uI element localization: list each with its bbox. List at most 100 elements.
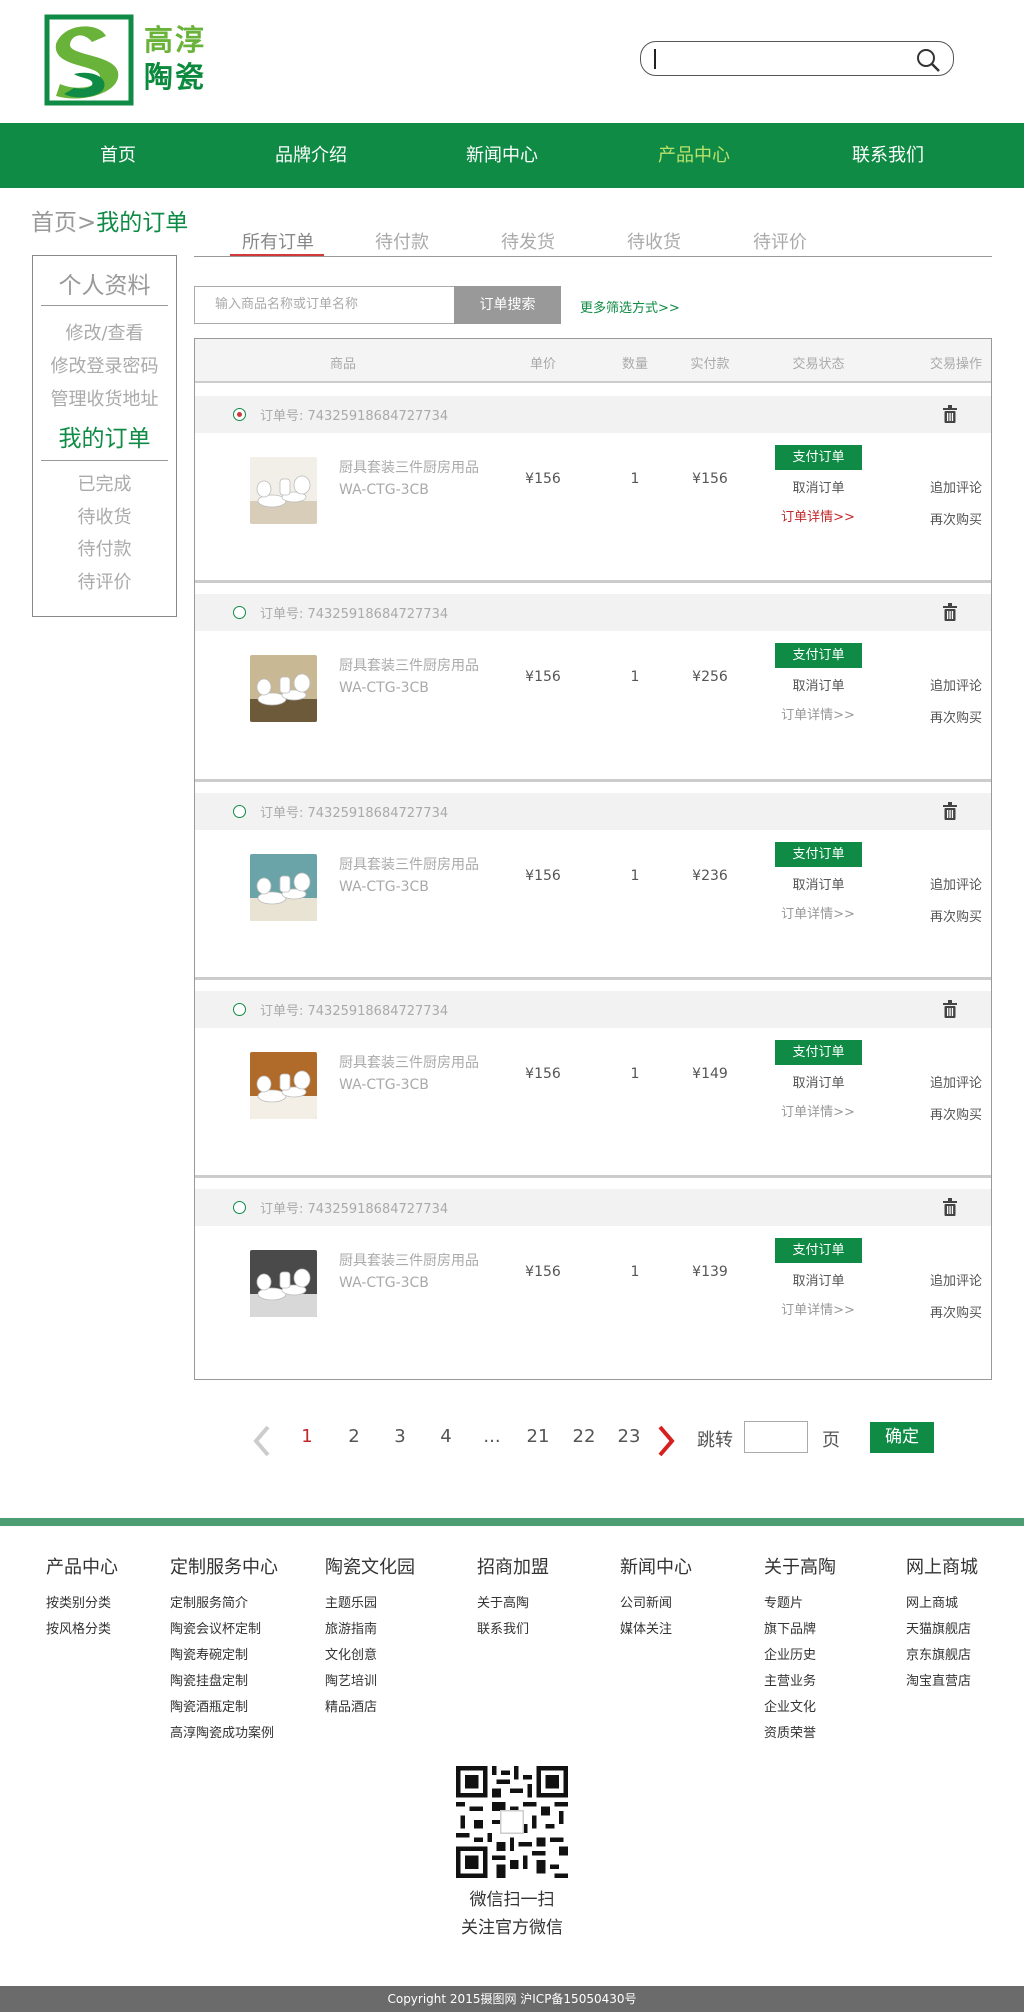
chevron-right-icon[interactable] — [654, 1424, 678, 1458]
buy-again-link[interactable]: 再次购买 — [921, 707, 991, 726]
pay-order-button[interactable]: 支付订单 — [775, 643, 862, 668]
order-detail-link[interactable]: 订单详情>> — [773, 704, 863, 723]
footer-column-title[interactable]: 招商加盟 — [477, 1553, 549, 1579]
footer-column-title[interactable]: 定制服务中心 — [170, 1553, 278, 1579]
page-link[interactable]: 21 — [523, 1426, 553, 1447]
footer-link[interactable]: 旅游指南 — [325, 1617, 415, 1643]
trash-icon[interactable] — [943, 802, 957, 820]
footer-link[interactable]: 网上商城 — [906, 1591, 978, 1617]
footer-column-title[interactable]: 新闻中心 — [620, 1553, 692, 1579]
product-name[interactable]: 厨具套装三件厨房用品 — [339, 655, 479, 675]
add-review-link[interactable]: 追加评论 — [921, 477, 991, 496]
chevron-left-icon[interactable] — [250, 1424, 274, 1458]
pay-order-button[interactable]: 支付订单 — [775, 1040, 862, 1065]
tab-pending-shipment[interactable]: 待发货 — [501, 228, 555, 254]
search-input[interactable] — [640, 41, 954, 76]
footer-link[interactable]: 京东旗舰店 — [906, 1643, 978, 1669]
cancel-order-link[interactable]: 取消订单 — [775, 675, 862, 694]
order-select-radio[interactable] — [233, 1201, 246, 1214]
page-link[interactable]: 3 — [385, 1426, 415, 1447]
sidebar-item-my-orders[interactable]: 我的订单 — [33, 419, 176, 453]
nav-contact[interactable]: 联系我们 — [818, 123, 958, 188]
product-name[interactable]: 厨具套装三件厨房用品 — [339, 457, 479, 477]
order-select-radio[interactable] — [233, 805, 246, 818]
sidebar-item-address[interactable]: 管理收货地址 — [33, 385, 176, 411]
footer-link[interactable]: 陶瓷挂盘定制 — [170, 1669, 278, 1695]
nav-products[interactable]: 产品中心 — [624, 123, 764, 188]
add-review-link[interactable]: 追加评论 — [921, 874, 991, 893]
sidebar-item-to-pay[interactable]: 待付款 — [33, 535, 176, 561]
footer-column-title[interactable]: 关于高陶 — [764, 1553, 836, 1579]
nav-home[interactable]: 首页 — [48, 123, 188, 188]
cancel-order-link[interactable]: 取消订单 — [775, 1072, 862, 1091]
logo-icon[interactable] — [44, 14, 134, 106]
order-detail-link[interactable]: 订单详情>> — [773, 903, 863, 922]
product-thumbnail[interactable] — [250, 1250, 317, 1317]
buy-again-link[interactable]: 再次购买 — [921, 1104, 991, 1123]
product-thumbnail[interactable] — [250, 1052, 317, 1119]
order-detail-link[interactable]: 订单详情>> — [773, 1101, 863, 1120]
cancel-order-link[interactable]: 取消订单 — [775, 477, 862, 496]
footer-link[interactable]: 联系我们 — [477, 1617, 549, 1643]
footer-column-title[interactable]: 网上商城 — [906, 1553, 978, 1579]
confirm-button[interactable]: 确定 — [870, 1422, 934, 1453]
footer-link[interactable]: 文化创意 — [325, 1643, 415, 1669]
sidebar-item-to-review[interactable]: 待评价 — [33, 568, 176, 594]
footer-link[interactable]: 陶瓷寿碗定制 — [170, 1643, 278, 1669]
trash-icon[interactable] — [943, 1198, 957, 1216]
footer-link[interactable]: 按风格分类 — [46, 1617, 118, 1643]
footer-link[interactable]: 陶瓷酒瓶定制 — [170, 1695, 278, 1721]
pay-order-button[interactable]: 支付订单 — [775, 842, 862, 867]
footer-link[interactable]: 高淳陶瓷成功案例 — [170, 1721, 278, 1747]
footer-link[interactable]: 关于高陶 — [477, 1591, 549, 1617]
page-jump-input[interactable] — [744, 1421, 808, 1453]
order-select-radio[interactable] — [233, 606, 246, 619]
footer-column-title[interactable]: 陶瓷文化园 — [325, 1553, 415, 1579]
page-link[interactable]: 22 — [569, 1426, 599, 1447]
page-link[interactable]: 4 — [431, 1426, 461, 1447]
footer-link[interactable]: 定制服务简介 — [170, 1591, 278, 1617]
pay-order-button[interactable]: 支付订单 — [775, 445, 862, 470]
footer-link[interactable]: 专题片 — [764, 1591, 836, 1617]
footer-link[interactable]: 资质荣誉 — [764, 1721, 836, 1747]
footer-link[interactable]: 旗下品牌 — [764, 1617, 836, 1643]
add-review-link[interactable]: 追加评论 — [921, 1270, 991, 1289]
order-search-button[interactable]: 订单搜索 — [454, 286, 561, 324]
order-select-radio[interactable] — [233, 1003, 246, 1016]
trash-icon[interactable] — [943, 603, 957, 621]
search-icon[interactable] — [915, 47, 941, 73]
buy-again-link[interactable]: 再次购买 — [921, 906, 991, 925]
product-name[interactable]: 厨具套装三件厨房用品 — [339, 854, 479, 874]
footer-link[interactable]: 陶艺培训 — [325, 1669, 415, 1695]
product-thumbnail[interactable] — [250, 457, 317, 524]
sidebar-item-profile[interactable]: 修改/查看 — [33, 319, 176, 345]
footer-link[interactable]: 精品酒店 — [325, 1695, 415, 1721]
add-review-link[interactable]: 追加评论 — [921, 675, 991, 694]
trash-icon[interactable] — [943, 405, 957, 423]
add-review-link[interactable]: 追加评论 — [921, 1072, 991, 1091]
page-link[interactable]: 2 — [339, 1426, 369, 1447]
footer-link[interactable]: 陶瓷会议杯定制 — [170, 1617, 278, 1643]
product-name[interactable]: 厨具套装三件厨房用品 — [339, 1052, 479, 1072]
footer-link[interactable]: 企业历史 — [764, 1643, 836, 1669]
buy-again-link[interactable]: 再次购买 — [921, 509, 991, 528]
footer-link[interactable]: 媒体关注 — [620, 1617, 692, 1643]
breadcrumb-home[interactable]: 首页 — [31, 210, 77, 236]
order-detail-link[interactable]: 订单详情>> — [773, 1299, 863, 1318]
nav-news[interactable]: 新闻中心 — [432, 123, 572, 188]
sidebar-item-password[interactable]: 修改登录密码 — [33, 352, 176, 378]
product-thumbnail[interactable] — [250, 854, 317, 921]
tab-pending-receipt[interactable]: 待收货 — [627, 228, 681, 254]
buy-again-link[interactable]: 再次购买 — [921, 1302, 991, 1321]
tab-pending-payment[interactable]: 待付款 — [375, 228, 429, 254]
footer-link[interactable]: 公司新闻 — [620, 1591, 692, 1617]
footer-link[interactable]: 主题乐园 — [325, 1591, 415, 1617]
cancel-order-link[interactable]: 取消订单 — [775, 874, 862, 893]
footer-link[interactable]: 企业文化 — [764, 1695, 836, 1721]
more-filter-link[interactable]: 更多筛选方式>> — [580, 297, 680, 316]
trash-icon[interactable] — [943, 1000, 957, 1018]
product-thumbnail[interactable] — [250, 655, 317, 722]
footer-link[interactable]: 淘宝直营店 — [906, 1669, 978, 1695]
nav-brand[interactable]: 品牌介绍 — [241, 123, 381, 188]
footer-link[interactable]: 主营业务 — [764, 1669, 836, 1695]
